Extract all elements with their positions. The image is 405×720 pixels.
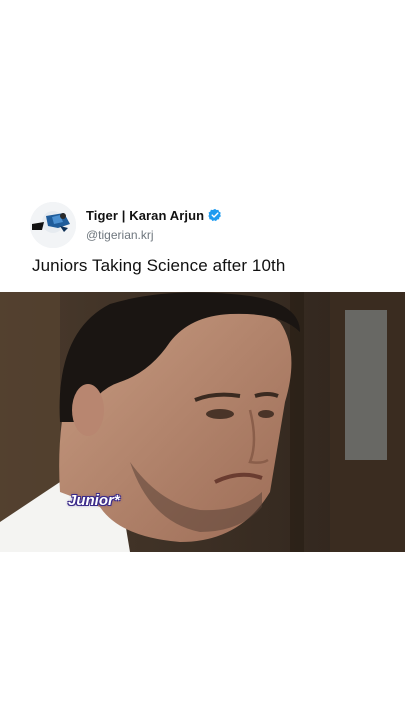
media-overlay-label: Junior* (68, 492, 120, 509)
post-header: Tiger | Karan Arjun @tigerian.krj (30, 202, 390, 248)
user-handle[interactable]: @tigerian.krj (86, 228, 222, 242)
media-image (0, 292, 405, 552)
display-name[interactable]: Tiger | Karan Arjun (86, 208, 204, 223)
post-caption: Juniors Taking Science after 10th (32, 256, 286, 275)
post-media[interactable]: Junior* (0, 292, 405, 552)
avatar-image (30, 202, 76, 248)
profile-avatar[interactable] (30, 202, 76, 248)
post-author: Tiger | Karan Arjun @tigerian.krj (86, 206, 222, 242)
display-name-row: Tiger | Karan Arjun (86, 206, 222, 224)
verified-badge-icon (208, 208, 222, 222)
